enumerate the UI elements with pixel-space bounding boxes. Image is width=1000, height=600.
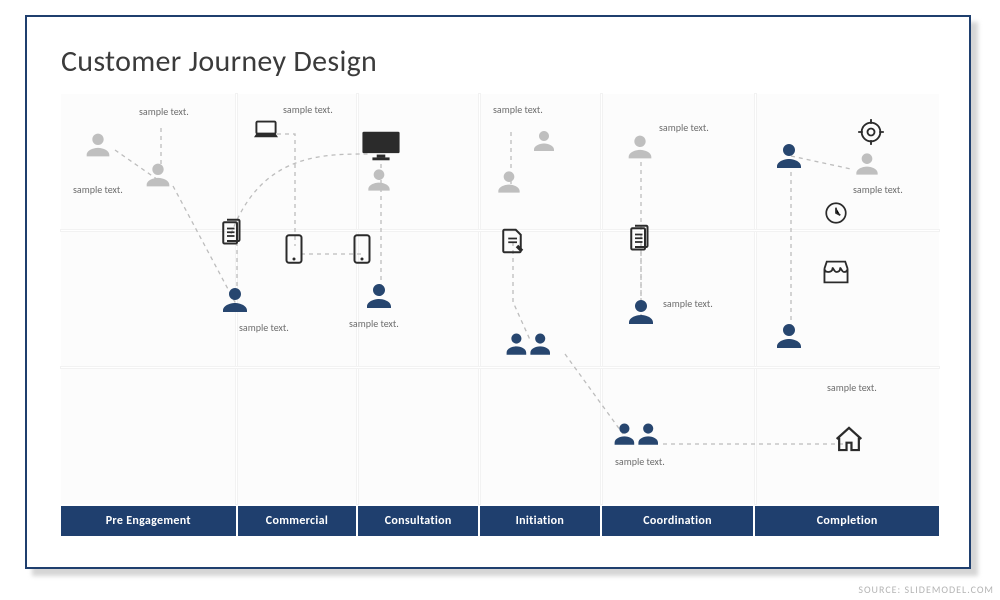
source-attribution: SOURCE: SLIDEMODEL.COM bbox=[858, 583, 994, 596]
label: sample text. bbox=[283, 104, 333, 115]
smartphone-icon bbox=[285, 234, 303, 264]
people-pair-icon bbox=[609, 416, 665, 454]
person-icon bbox=[493, 166, 525, 198]
label: sample text. bbox=[139, 106, 189, 117]
label: sample text. bbox=[239, 322, 289, 333]
label: sample text. bbox=[73, 184, 123, 195]
connector-lines bbox=[61, 94, 939, 504]
stage-initiation: Initiation bbox=[480, 506, 600, 536]
store-icon bbox=[821, 258, 851, 286]
stage-completion: Completion bbox=[755, 506, 939, 536]
label: sample text. bbox=[827, 382, 877, 393]
stage-coordination: Coordination bbox=[602, 506, 754, 536]
monitor-icon bbox=[361, 130, 401, 162]
slide-title: Customer Journey Design bbox=[61, 43, 935, 80]
stage-bar: Pre Engagement Commercial Consultation I… bbox=[61, 506, 939, 536]
grid-lines bbox=[61, 94, 939, 504]
label: sample text. bbox=[615, 456, 665, 467]
label: sample text. bbox=[853, 184, 903, 195]
person-icon bbox=[361, 278, 397, 314]
person-icon bbox=[851, 148, 883, 180]
house-icon bbox=[833, 424, 865, 454]
person-icon bbox=[623, 130, 657, 164]
stage-commercial: Commercial bbox=[238, 506, 357, 536]
person-icon bbox=[81, 128, 115, 162]
document-icon bbox=[625, 222, 655, 252]
stage-pre-engagement: Pre Engagement bbox=[61, 506, 236, 536]
label: sample text. bbox=[493, 104, 543, 115]
target-icon bbox=[857, 118, 885, 146]
person-icon bbox=[771, 318, 807, 354]
label: sample text. bbox=[349, 318, 399, 329]
document-icon bbox=[217, 216, 247, 246]
person-icon bbox=[141, 158, 175, 192]
label: sample text. bbox=[663, 298, 713, 309]
person-icon bbox=[529, 126, 559, 156]
people-pair-icon bbox=[501, 326, 557, 364]
person-icon bbox=[363, 164, 395, 196]
person-icon bbox=[623, 294, 659, 330]
slide-frame: Customer Journey Design bbox=[25, 15, 971, 569]
stage-consultation: Consultation bbox=[358, 506, 478, 536]
laptop-icon bbox=[251, 118, 281, 142]
clock-icon bbox=[823, 200, 849, 226]
edit-document-icon bbox=[497, 226, 527, 256]
label: sample text. bbox=[659, 122, 709, 133]
journey-grid: sample text. sample text. sample text. s… bbox=[61, 94, 939, 504]
person-icon bbox=[217, 282, 253, 318]
smartphone-icon bbox=[353, 234, 371, 264]
person-icon bbox=[771, 138, 807, 174]
